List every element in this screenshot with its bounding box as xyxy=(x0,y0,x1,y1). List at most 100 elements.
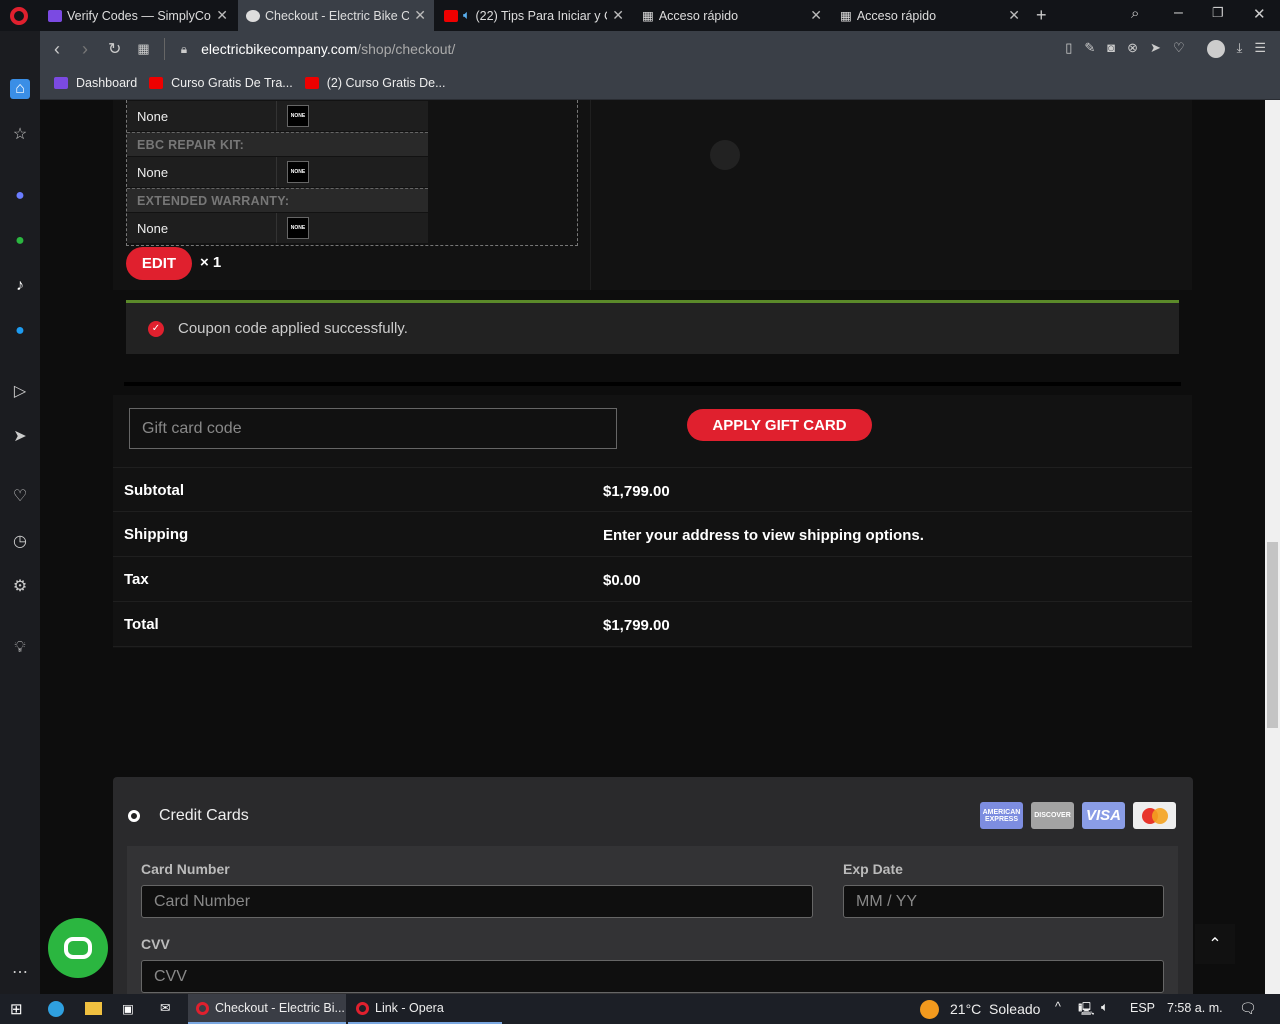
apply-gift-card-button[interactable]: APPLY GIFT CARD xyxy=(687,409,872,441)
back-icon[interactable]: ‹ xyxy=(54,39,60,60)
send-icon[interactable]: ➤ xyxy=(10,427,30,447)
cvv-label: CVV xyxy=(141,936,170,952)
none-swatch: NONE xyxy=(287,161,309,183)
reader-icon[interactable]: ▯ xyxy=(1065,40,1072,58)
tiktok-icon[interactable]: ♪ xyxy=(10,276,30,296)
bookmark-curso-1[interactable]: Curso Gratis De Tra... xyxy=(171,76,293,90)
card-number-input[interactable]: Card Number xyxy=(141,885,813,918)
forward-icon[interactable]: › xyxy=(82,39,88,60)
visa-logo: VISA xyxy=(1082,802,1125,829)
easy-setup-icon[interactable]: ☰ xyxy=(1254,40,1266,58)
snapshot-icon[interactable]: ◙ xyxy=(1107,40,1115,58)
opera-logo-icon[interactable] xyxy=(10,7,28,25)
star-icon[interactable]: ☆ xyxy=(10,125,30,145)
card-number-label: Card Number xyxy=(141,861,230,877)
scroll-to-top-button[interactable]: ⌃ xyxy=(1195,924,1235,964)
card-form: Card Number Card Number Exp Date MM / YY… xyxy=(127,846,1178,994)
placeholder-circle xyxy=(710,140,740,170)
bookmarks-bar: Dashboard Curso Gratis De Tra... (2) Cur… xyxy=(40,67,1280,100)
notifications-icon[interactable]: 🗨︎ xyxy=(1239,1000,1257,1017)
totals-row-shipping: Shipping Enter your address to view shipp… xyxy=(113,512,1192,557)
adblock-icon[interactable]: ⊗ xyxy=(1127,40,1138,58)
weather-text[interactable]: 21°C Soleado xyxy=(950,1001,1040,1017)
store-icon[interactable]: ▣ xyxy=(122,1001,134,1016)
heart-icon[interactable]: ♡ xyxy=(10,487,30,507)
search-tabs-icon[interactable]: ⌕ xyxy=(1131,5,1139,22)
reload-icon[interactable]: ↻ xyxy=(108,39,121,59)
exp-date-label: Exp Date xyxy=(843,861,903,877)
option-row: None NONE xyxy=(127,101,428,131)
totals-row-total: Total $1,799.00 xyxy=(113,602,1192,647)
bookmark-dashboard[interactable]: Dashboard xyxy=(76,76,137,90)
exp-date-input[interactable]: MM / YY xyxy=(843,885,1164,918)
restore-button[interactable]: ❐ xyxy=(1212,5,1224,21)
close-tab-icon[interactable]: ✕ xyxy=(810,7,822,24)
minimize-button[interactable]: – xyxy=(1174,4,1183,22)
history-icon[interactable]: ◷ xyxy=(10,532,30,552)
cvv-input[interactable]: CVV xyxy=(141,960,1164,993)
youtube-icon xyxy=(149,77,164,89)
amex-logo: AMERICAN EXPRESS xyxy=(980,802,1023,829)
taskbar-app-link[interactable]: Link - Opera xyxy=(348,994,502,1024)
close-tab-icon[interactable]: ✕ xyxy=(216,7,228,24)
gift-card-input[interactable]: Gift card code xyxy=(129,408,617,449)
checkout-page: None NONE EBC REPAIR KIT: None NONE EXTEND… xyxy=(40,100,1265,994)
chat-icon xyxy=(64,937,92,959)
heart-icon[interactable]: ♡ xyxy=(1173,40,1185,58)
close-tab-icon[interactable]: ✕ xyxy=(612,7,624,24)
whatsapp-icon[interactable]: ● xyxy=(10,231,30,251)
twitter-icon[interactable]: ● xyxy=(10,321,30,341)
lightbulb-icon[interactable]: 💡︎ xyxy=(10,638,30,658)
tabs-grid-icon[interactable]: ▦ xyxy=(137,41,149,57)
close-window-button[interactable]: ✕ xyxy=(1253,5,1266,23)
lock-icon[interactable]: 🔒︎ xyxy=(181,42,187,57)
clock[interactable]: 7:58 a. m. xyxy=(1167,1001,1223,1015)
notice-message: Coupon code applied successfully. xyxy=(178,320,408,337)
language-indicator[interactable]: ESP xyxy=(1130,1001,1155,1015)
none-swatch: NONE xyxy=(287,105,309,127)
home-icon[interactable]: ⌂ xyxy=(10,79,30,99)
more-icon[interactable]: ⋯ xyxy=(10,963,30,983)
edit-button[interactable]: EDIT xyxy=(126,247,192,280)
close-tab-icon[interactable]: ✕ xyxy=(414,7,426,24)
tab-bar: Verify Codes — SimplyCodes✕ Checkout - E… xyxy=(0,0,1280,31)
windows-start-icon[interactable]: ⊞ xyxy=(10,1000,23,1018)
opera-icon xyxy=(356,1001,369,1015)
none-swatch: NONE xyxy=(287,217,309,239)
check-circle-icon: ✓ xyxy=(148,320,164,337)
quantity: × 1 xyxy=(200,254,222,271)
tab-speed-dial[interactable]: ▦ Acceso rápido ✕ xyxy=(634,0,830,31)
tab-youtube[interactable]: 🔈︎(22) Tips Para Iniciar y Crecer✕ xyxy=(436,0,632,31)
download-icon[interactable]: ⤓ xyxy=(1237,40,1243,58)
messenger-icon[interactable]: ● xyxy=(10,186,30,206)
volume-icon[interactable]: 🔈︎ xyxy=(1101,1000,1109,1015)
option-header: EXTENDED WARRANTY: xyxy=(127,188,428,212)
tab-checkout[interactable]: Checkout - Electric Bike Company✕ xyxy=(238,0,434,31)
new-tab-button[interactable]: + xyxy=(1036,5,1047,26)
mail-icon[interactable]: ✉ xyxy=(160,1000,170,1015)
taskbar-app-checkout[interactable]: Checkout - Electric Bi... xyxy=(188,994,346,1024)
network-icon[interactable]: 🖳︎ xyxy=(1078,1000,1095,1021)
option-row: None NONE xyxy=(127,213,428,243)
credit-card-radio[interactable] xyxy=(128,810,140,822)
profile-avatar[interactable] xyxy=(1206,40,1225,58)
tab-speed-dial-2[interactable]: ▦ Acceso rápido ✕ xyxy=(832,0,1028,31)
speaker-icon[interactable]: 🔈︎ xyxy=(463,8,471,23)
tab-verify-codes[interactable]: Verify Codes — SimplyCodes✕ xyxy=(40,0,236,31)
scrollbar-thumb[interactable] xyxy=(1267,542,1278,728)
share-icon[interactable]: ✎ xyxy=(1084,40,1095,58)
settings-icon[interactable]: ⚙ xyxy=(10,577,30,597)
option-header: EBC REPAIR KIT: xyxy=(127,132,428,156)
tray-chevron-icon[interactable]: ^ xyxy=(1055,1000,1061,1014)
close-tab-icon[interactable]: ✕ xyxy=(1008,7,1020,24)
bookmark-curso-2[interactable]: (2) Curso Gratis De... xyxy=(327,76,446,90)
weather-sun-icon xyxy=(920,1000,939,1019)
send-icon[interactable]: ➤ xyxy=(1150,40,1161,58)
option-row: None NONE xyxy=(127,157,428,187)
chat-button[interactable] xyxy=(48,918,108,978)
file-explorer-icon[interactable] xyxy=(85,1002,102,1015)
edge-icon[interactable] xyxy=(48,1001,64,1017)
totals-row-subtotal: Subtotal $1,799.00 xyxy=(113,467,1192,512)
url-field[interactable]: electricbikecompany.com/shop/checkout/ xyxy=(201,41,455,57)
player-icon[interactable]: ▷ xyxy=(10,382,30,402)
